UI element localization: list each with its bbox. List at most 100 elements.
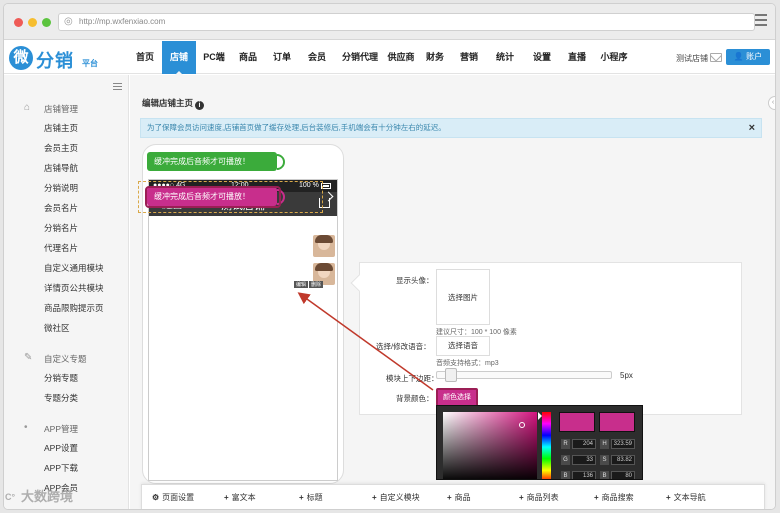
close-window-button[interactable] xyxy=(14,18,23,27)
toolbar-item-2[interactable]: + 标题 xyxy=(299,485,323,509)
browser-titlebar: ◎ http://mp.wxfenxiao.com xyxy=(4,4,775,40)
sidebar-item[interactable]: 专题分类 xyxy=(44,392,78,404)
voice-bubble-text: 缓冲完成后音频才可播放！ xyxy=(154,157,250,166)
sidebar-item[interactable]: 店铺导航 xyxy=(44,162,78,174)
pencil-icon: ✎ xyxy=(24,352,33,363)
sidebar-item[interactable]: 代理名片 xyxy=(44,242,78,254)
module-settings-panel: 显示头像： 选择图片 建议尺寸：100 * 100 像素 选择/修改语音： 选择… xyxy=(350,262,742,415)
info-icon[interactable]: i xyxy=(195,101,205,110)
sidebar-item[interactable]: 会员名片 xyxy=(44,202,78,214)
select-image-button[interactable]: 选择图片 xyxy=(436,269,490,325)
toolbar-item-4[interactable]: + 商品 xyxy=(447,485,471,509)
nav-item-1[interactable]: 店铺 xyxy=(162,41,196,75)
plus-icon: + xyxy=(224,493,229,502)
sidebar-section-title: APP管理 xyxy=(44,424,79,434)
mail-icon[interactable] xyxy=(710,53,722,62)
color-field-label: R xyxy=(561,439,570,449)
voice-bubble-highlight xyxy=(145,186,281,208)
color-field-label: H xyxy=(600,439,609,449)
bg-color-label: 背景颜色： xyxy=(396,394,434,403)
sidebar-item[interactable]: APP设置 xyxy=(44,442,78,454)
notice-text: 为了保障会员访问速度,店铺首页做了缓存处理,后台装修后,手机端会有十分钟左右的延… xyxy=(147,123,446,132)
color-field-label: S xyxy=(600,455,609,465)
delete-module-button[interactable]: 删除 xyxy=(309,281,324,288)
sidebar-collapse-icon[interactable] xyxy=(113,83,122,91)
toolbar-item-3[interactable]: + 自定义模块 xyxy=(372,485,420,509)
voice-bubble-green[interactable]: 缓冲完成后音频才可播放！ xyxy=(147,150,289,174)
color-field-value[interactable]: 83.82 xyxy=(611,455,635,465)
maximize-window-button[interactable] xyxy=(42,18,51,27)
account-button[interactable]: 👤 账户 xyxy=(726,49,770,65)
hue-slider[interactable] xyxy=(542,412,551,479)
color-field-value[interactable]: 33 xyxy=(572,455,596,465)
nav-item-0[interactable]: 首页 xyxy=(134,41,156,74)
new-color-swatch xyxy=(559,412,595,432)
home-icon: ⌂ xyxy=(24,102,31,113)
watermark-text: 大数跨境 xyxy=(21,489,74,504)
toolbar-item-label: 自定义模块 xyxy=(379,493,420,502)
toolbar-item-label: 商品 xyxy=(454,493,471,502)
nav-item-7[interactable]: 供应商 xyxy=(386,41,416,74)
sidebar-item[interactable]: 商品限购提示页 xyxy=(44,302,104,314)
color-field-value[interactable]: 323.59 xyxy=(611,439,635,449)
sidebar-item[interactable]: 分销说明 xyxy=(44,182,78,194)
sidebar-item[interactable]: 分销专题 xyxy=(44,372,78,384)
plus-icon: + xyxy=(372,493,377,502)
toolbar-item-label: 文本导航 xyxy=(673,493,706,502)
margin-slider[interactable] xyxy=(436,371,612,379)
phone-screen: ●●●●○ 4G 12:00 100 % 〈返回 测试店铺 xyxy=(148,179,338,481)
toolbar-item-6[interactable]: + 商品搜索 xyxy=(594,485,634,509)
edit-module-button[interactable]: 编辑 xyxy=(294,281,309,288)
nav-item-13[interactable]: 小程序 xyxy=(597,41,631,74)
browser-menu-icon[interactable] xyxy=(755,14,767,28)
sidebar-item[interactable]: 微社区 xyxy=(44,322,70,334)
sidebar-item[interactable]: 详情页公共模块 xyxy=(44,282,104,294)
toolbar-item-1[interactable]: + 富文本 xyxy=(224,485,256,509)
nav-item-8[interactable]: 财务 xyxy=(424,41,446,74)
address-bar[interactable]: ◎ http://mp.wxfenxiao.com xyxy=(58,13,755,31)
nav-item-12[interactable]: 直播 xyxy=(566,41,588,74)
select-voice-button[interactable]: 选择语音 xyxy=(436,336,490,356)
nav-item-3[interactable]: 商品 xyxy=(237,41,259,74)
nav-item-4[interactable]: 订单 xyxy=(271,41,293,74)
current-color-swatch[interactable] xyxy=(599,412,635,432)
margin-slider-handle[interactable] xyxy=(445,368,457,382)
plus-icon: + xyxy=(594,493,599,502)
sidebar-item[interactable]: APP下载 xyxy=(44,462,78,474)
nav-item-11[interactable]: 设置 xyxy=(531,41,553,74)
toolbar-item-7[interactable]: + 文本导航 xyxy=(666,485,706,509)
top-navigation: 微 分销 平台 首页 店铺 PC端 商品 订单 会员 分销代理 供应商 财务 营销 统计 设置 直播 小程… xyxy=(4,41,775,75)
plus-icon: + xyxy=(447,493,452,502)
sidebar-section-title: 自定义专题 xyxy=(44,354,87,364)
sidebar-item[interactable]: 店铺主页 xyxy=(44,122,78,134)
sidebar-item[interactable]: 自定义通用模块 xyxy=(44,262,104,274)
hue-marker[interactable] xyxy=(538,412,546,420)
sidebar-item[interactable]: 会员主页 xyxy=(44,142,78,154)
color-cursor[interactable] xyxy=(519,422,525,428)
user-icon: 👤 xyxy=(733,52,744,61)
browser-window: ◎ http://mp.wxfenxiao.com 微 分销 平台 首页 店铺 PC… xyxy=(3,3,776,510)
nav-item-2[interactable]: PC端 xyxy=(201,41,227,74)
nav-item-9[interactable]: 营销 xyxy=(458,41,480,74)
voice-format-hint: 音频支持格式：mp3 xyxy=(436,360,499,367)
nav-item-6[interactable]: 分销代理 xyxy=(340,41,380,74)
account-button-label: 账户 xyxy=(746,52,763,61)
color-field-value[interactable]: 80 xyxy=(611,471,635,479)
color-field-value[interactable]: 136 xyxy=(572,471,596,479)
voice-label: 选择/修改语音： xyxy=(376,342,431,351)
plus-icon: + xyxy=(666,493,671,502)
nav-item-10[interactable]: 统计 xyxy=(494,41,516,74)
sidebar-item[interactable]: 分销名片 xyxy=(44,222,78,234)
color-field-value[interactable]: 204 xyxy=(572,439,596,449)
toolbar-item-label: 商品搜索 xyxy=(601,493,634,502)
nav-item-5[interactable]: 会员 xyxy=(306,41,328,74)
toolbar-item-0[interactable]: ⚙ 页面设置 xyxy=(152,485,194,509)
notice-banner: 为了保障会员访问速度,店铺首页做了缓存处理,后台装修后,手机端会有十分钟左右的延… xyxy=(140,118,762,138)
panel-toggle-icon[interactable]: ‹ xyxy=(768,96,775,110)
module-actions: 编辑 删除 xyxy=(294,281,324,288)
shop-name[interactable]: 测试店铺 xyxy=(676,53,708,64)
notice-close-icon[interactable]: × xyxy=(749,119,755,137)
toolbar-item-5[interactable]: + 商品列表 xyxy=(519,485,559,509)
minimize-window-button[interactable] xyxy=(28,18,37,27)
plus-icon: + xyxy=(519,493,524,502)
